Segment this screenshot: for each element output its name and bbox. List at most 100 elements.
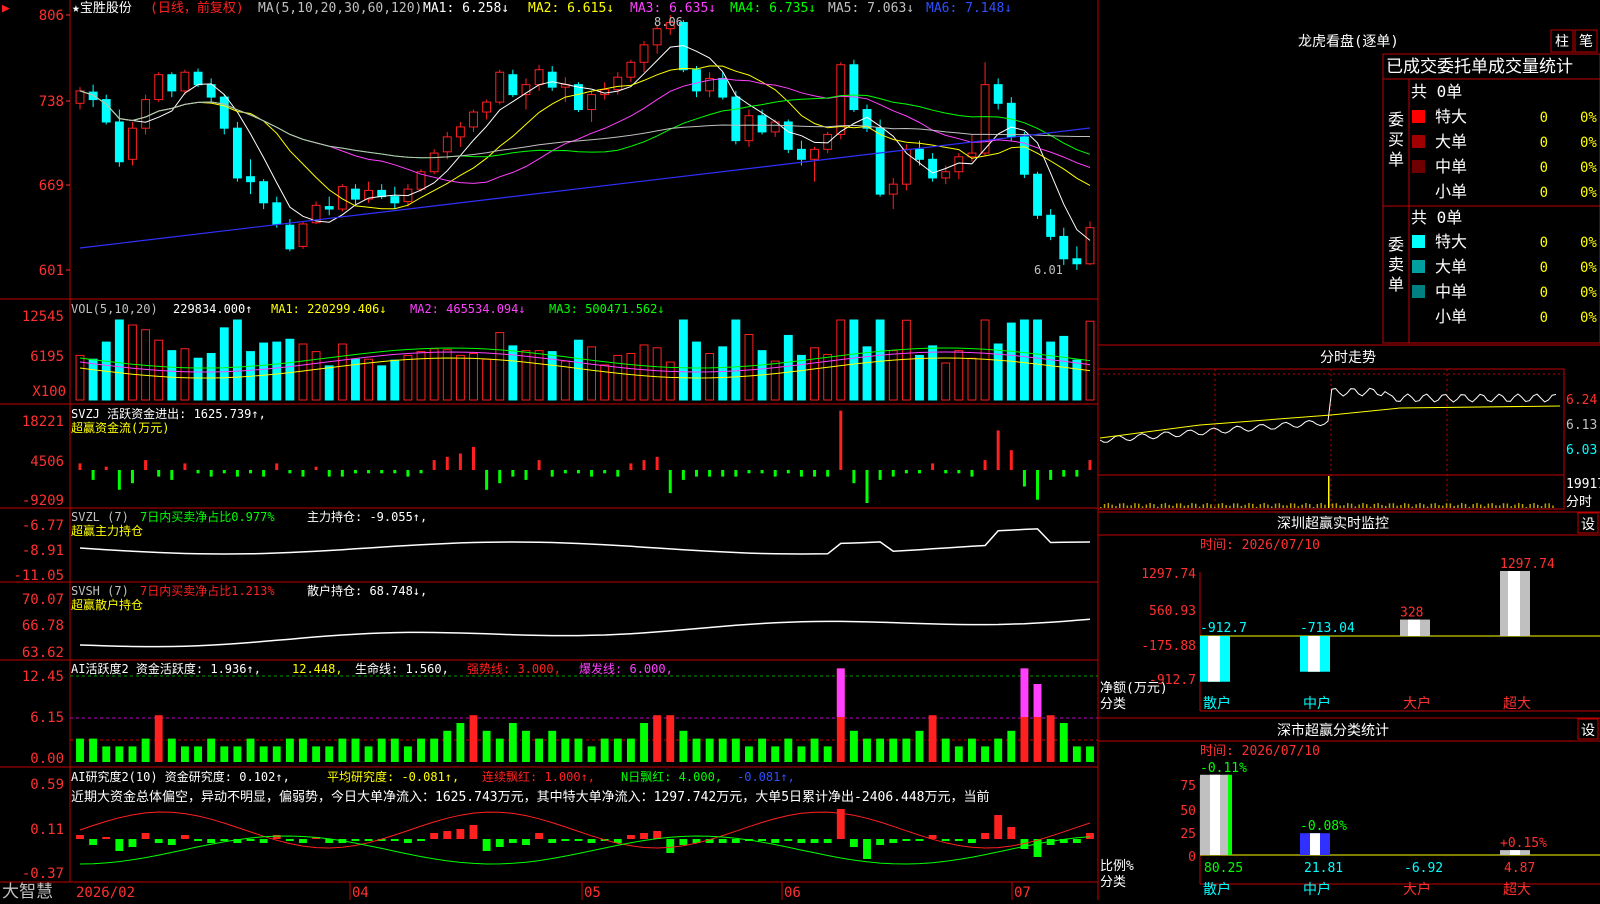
- svzj-bar: [839, 410, 843, 470]
- intraday-vol-bar: [1461, 503, 1463, 508]
- research-bar: [181, 835, 189, 839]
- chart-workspace[interactable]: 806 738 669 601 ★宝胜股份 (日线，前复权) MA(5,10,2…: [0, 0, 1600, 902]
- intraday-vol-bar: [1339, 505, 1341, 508]
- szc-axis-1: 75: [1180, 779, 1196, 794]
- svzj-bar: [904, 470, 908, 474]
- sz-monitor-settings-label: 设: [1581, 517, 1595, 533]
- longhu-subtitle: 已成交委托单成交量统计: [1386, 57, 1573, 77]
- intraday-vol-bar: [1453, 505, 1455, 508]
- szc-axis-3: 25: [1180, 827, 1196, 842]
- candle-body: [324, 206, 334, 210]
- sell-total: 共 0单: [1411, 208, 1462, 227]
- toggle-bar-label: 柱: [1555, 34, 1569, 50]
- intraday-vol-bar: [1407, 503, 1410, 508]
- sz-class-time: 时间: 2026/07/10: [1200, 744, 1320, 759]
- svzj-bar: [773, 470, 777, 477]
- research-bar: [849, 839, 858, 847]
- ai-bar: [1059, 723, 1068, 762]
- sz-monitor-bar-label: 328: [1400, 606, 1423, 621]
- sz-monitor-bar-shine: [1208, 636, 1220, 682]
- svzj-bar: [852, 470, 856, 484]
- sz-ylabel: 净额(万元): [1100, 681, 1168, 696]
- intraday-vol-bar: [1221, 503, 1224, 508]
- buy-row-swatch: [1412, 110, 1425, 123]
- intraday-vol-bar: [1145, 504, 1148, 508]
- volume-bar: [442, 349, 452, 401]
- chart-mode: (日线，前复权): [150, 0, 244, 16]
- volume-bar: [508, 345, 518, 401]
- ai-burst-bar: [1020, 668, 1029, 717]
- svzj-bar: [681, 470, 685, 480]
- svzj-bar: [747, 470, 751, 474]
- intraday-vol-bar: [1518, 503, 1520, 508]
- ai-bar: [718, 738, 727, 762]
- ai-bar: [259, 746, 268, 762]
- svzj-bar: [393, 470, 397, 474]
- ai-burst-bar: [836, 668, 845, 717]
- candle-body: [351, 188, 360, 200]
- ai-bar: [522, 730, 530, 762]
- ai-bar: [535, 738, 544, 762]
- buy-row-name: 特大: [1435, 107, 1467, 126]
- svzj-bar: [380, 470, 384, 474]
- intraday-vol-bar: [1331, 503, 1334, 508]
- intraday-vol-bar: [1103, 504, 1106, 508]
- stock-name[interactable]: ★宝胜股份: [72, 1, 132, 16]
- svzl-tick-1: -6.77: [22, 518, 64, 534]
- ai-bar: [600, 738, 609, 762]
- ai-bar: [849, 730, 858, 762]
- intraday-vol-bar: [1160, 503, 1163, 508]
- svzj-tick-3: -9209: [22, 493, 64, 509]
- svzj-bar: [917, 470, 921, 474]
- svzj-bar: [235, 470, 239, 477]
- ma3-value: MA3: 6.635↓: [630, 1, 716, 16]
- sz-class-cat: 大户: [1403, 881, 1431, 898]
- research-bar: [548, 839, 557, 843]
- research-bar: [915, 839, 924, 841]
- intraday-vol-bar: [1210, 504, 1212, 508]
- svzj-bar: [249, 470, 253, 474]
- volume-bar: [705, 353, 715, 401]
- svzj-bar: [537, 460, 541, 470]
- intraday-vol-bar: [1225, 505, 1227, 508]
- candle-body: [1046, 214, 1056, 237]
- candle-body: [128, 127, 137, 160]
- research-bar: [246, 839, 255, 841]
- price-tick-1: 806: [39, 8, 64, 24]
- buy-row-count: 0: [1540, 185, 1548, 201]
- volume-bar: [377, 365, 387, 401]
- volume-bar: [1059, 335, 1069, 401]
- ai-bar: [417, 738, 425, 762]
- research-bar: [89, 839, 98, 845]
- research-bar: [403, 839, 412, 843]
- ai-tick-1: 12.45: [22, 669, 64, 685]
- res-tick-2: 0.11: [30, 822, 64, 838]
- volume-bar: [678, 319, 688, 401]
- szc-axis-2: 50: [1180, 804, 1196, 819]
- candle-body: [718, 77, 728, 98]
- ai-bar: [810, 738, 819, 762]
- candle-body: [1072, 258, 1082, 265]
- sell-row-name: 小单: [1435, 307, 1467, 326]
- ma2-value: MA2: 6.615↓: [528, 1, 614, 16]
- volume-bar: [810, 347, 819, 401]
- research-bar: [574, 839, 583, 841]
- ai-bar: [1072, 746, 1081, 762]
- intraday-vol-bar: [1457, 504, 1459, 508]
- svzj-bar: [406, 470, 410, 477]
- intraday-vol-bar: [1430, 503, 1433, 508]
- corner-marker: ▶: [2, 1, 10, 16]
- sz-class-settings-label: 设: [1581, 723, 1595, 739]
- intraday-vol-bar: [1202, 504, 1205, 508]
- intraday-vol-bar: [1423, 504, 1425, 508]
- candle-body: [613, 76, 623, 91]
- svzj-bar: [78, 463, 82, 470]
- intraday-vol-bar: [1312, 506, 1315, 508]
- svzl-p1: 7日内买卖净占比0.977%: [140, 509, 275, 524]
- intraday-vol-bar: [1521, 504, 1524, 508]
- volume-bar: [324, 365, 334, 401]
- svzj-bar: [931, 463, 935, 470]
- candle-body: [298, 223, 308, 247]
- intraday-vol-bar: [1164, 503, 1167, 508]
- intraday-vol-bar: [1252, 503, 1254, 508]
